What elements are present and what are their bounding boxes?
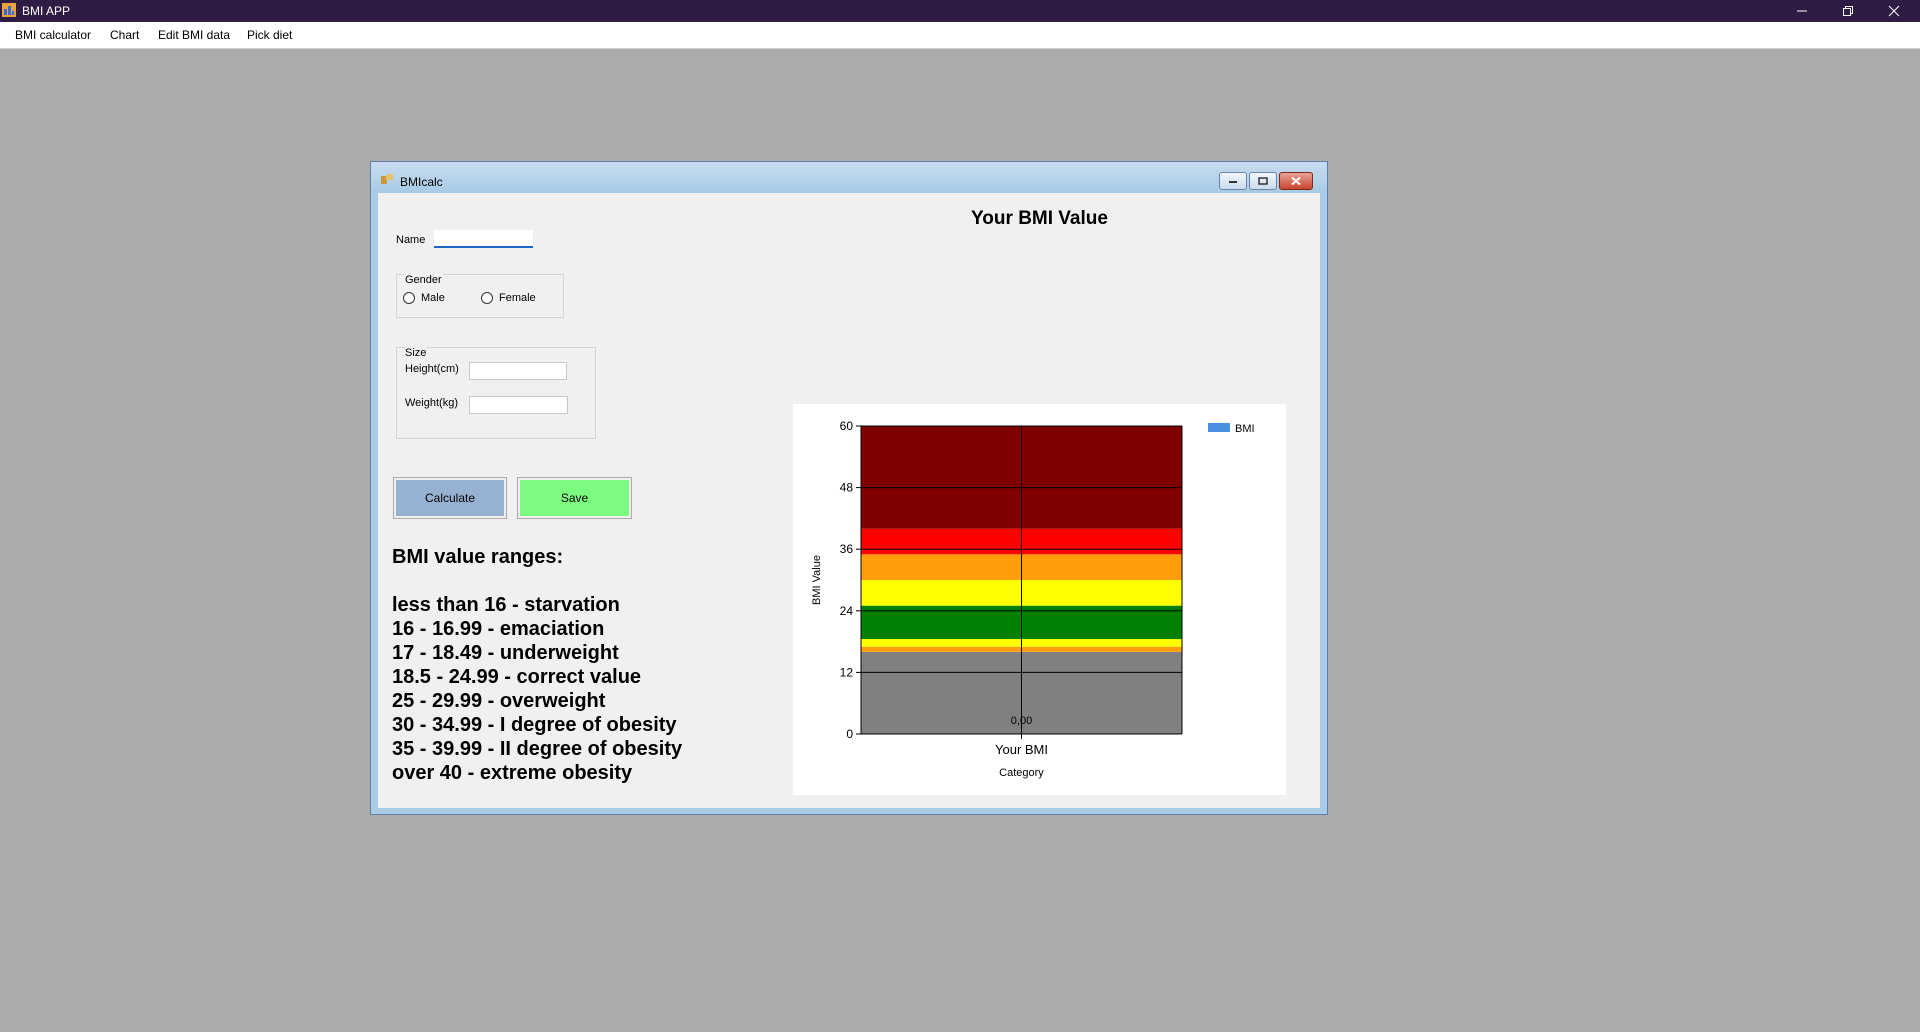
calculate-button-label: Calculate — [396, 480, 504, 516]
menu-chart[interactable]: Chart — [110, 28, 139, 42]
close-button[interactable] — [1872, 0, 1916, 22]
child-title-bar[interactable]: BMIcalc — [371, 162, 1327, 192]
child-minimize-button[interactable] — [1219, 172, 1247, 190]
chart-heading: Your BMI Value — [971, 208, 1108, 229]
name-label: Name — [396, 234, 426, 246]
app-title-bar: BMI APP — [0, 0, 1920, 22]
y-axis-label: BMI Value — [811, 555, 823, 605]
x-tick-label: Your BMI — [995, 742, 1048, 757]
weight-label: Weight(kg) — [405, 397, 458, 409]
minimize-icon — [1229, 181, 1237, 183]
close-icon — [1888, 5, 1900, 17]
minimize-icon — [1797, 10, 1807, 12]
legend-swatch — [1208, 423, 1230, 432]
name-input[interactable] — [434, 230, 533, 248]
bmi-ranges-text: BMI value ranges: less than 16 - starvat… — [392, 545, 682, 785]
range-line: 18.5 - 24.99 - correct value — [392, 666, 642, 688]
app-title: BMI APP — [22, 4, 71, 18]
y-tick-label: 48 — [840, 481, 854, 495]
female-radio[interactable] — [481, 292, 493, 304]
range-line: 17 - 18.49 - underweight — [392, 642, 619, 664]
menu-edit-bmi-data[interactable]: Edit BMI data — [158, 28, 230, 42]
save-button[interactable]: Save — [517, 477, 632, 519]
y-tick-label: 12 — [840, 665, 854, 679]
child-maximize-button[interactable] — [1249, 172, 1277, 190]
menu-bmi-calculator[interactable]: BMI calculator — [15, 28, 91, 42]
restore-button[interactable] — [1826, 0, 1870, 22]
bar-data-label: 0,00 — [1011, 715, 1032, 727]
bmi-chart: 0 12 24 36 48 60 0,00 Your BMI Category BMI Value… — [793, 404, 1286, 795]
child-close-button[interactable] — [1279, 172, 1313, 190]
menu-bar: BMI calculator Chart Edit BMI data Pick … — [0, 22, 1920, 49]
y-tick-label: 0 — [846, 727, 853, 741]
gender-group-title: Gender — [404, 274, 443, 286]
y-tick-label: 36 — [840, 542, 854, 556]
range-line: less than 16 - starvation — [392, 594, 620, 616]
maximize-icon — [1258, 177, 1268, 185]
female-label[interactable]: Female — [499, 292, 536, 304]
size-groupbox: Size Height(cm) Weight(kg) — [396, 347, 596, 439]
range-line: 16 - 16.99 - emaciation — [392, 618, 605, 640]
legend-label: BMI — [1235, 423, 1255, 435]
bmicalc-client-area: Name Gender Male Female Size Height(cm) … — [378, 193, 1320, 808]
y-tick-label: 24 — [840, 604, 854, 618]
range-line: over 40 - extreme obesity — [392, 762, 633, 784]
size-group-title: Size — [404, 347, 428, 359]
calculate-button[interactable]: Calculate — [393, 477, 507, 519]
bmi-ranges-title: BMI value ranges: — [392, 546, 564, 568]
chart-heading-area: Your BMI Value — [793, 193, 1286, 233]
weight-input[interactable] — [469, 396, 568, 414]
range-line: 25 - 29.99 - overweight — [392, 690, 606, 712]
height-input[interactable] — [469, 362, 567, 380]
male-label[interactable]: Male — [421, 292, 445, 304]
save-button-label: Save — [520, 480, 629, 516]
minimize-button[interactable] — [1780, 0, 1824, 22]
height-label: Height(cm) — [405, 363, 459, 375]
y-tick-label: 60 — [840, 419, 854, 433]
gender-groupbox: Gender Male Female — [396, 274, 564, 318]
bmicalc-window: BMIcalc Name Gender Male Female Size Hei… — [370, 161, 1328, 815]
x-axis-label: Category — [999, 767, 1044, 779]
close-icon — [1291, 177, 1301, 185]
male-radio[interactable] — [403, 292, 415, 304]
child-window-title: BMIcalc — [400, 175, 443, 189]
range-line: 35 - 39.99 - II degree of obesity — [392, 738, 683, 760]
restore-icon — [1843, 6, 1853, 16]
child-window-icon — [381, 174, 393, 184]
bmi-chart-svg: 0 12 24 36 48 60 0,00 Your BMI Category BMI Value… — [811, 419, 1255, 779]
app-icon — [2, 3, 16, 17]
range-line: 30 - 34.99 - I degree of obesity — [392, 714, 677, 736]
menu-pick-diet[interactable]: Pick diet — [247, 28, 292, 42]
